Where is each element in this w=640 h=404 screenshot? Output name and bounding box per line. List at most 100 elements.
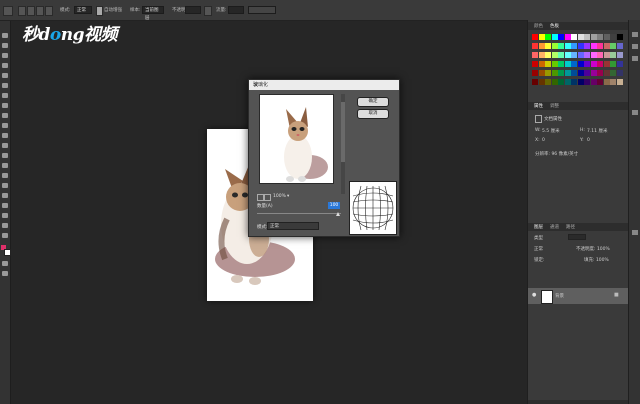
color-swatch[interactable] [603, 70, 610, 76]
color-swatch[interactable] [538, 34, 545, 40]
color-swatch[interactable] [610, 43, 616, 49]
sample-all-select[interactable] [248, 6, 276, 14]
color-swatch[interactable] [616, 43, 623, 49]
tab-adjustments[interactable]: 调整 [550, 103, 559, 109]
color-swatch[interactable] [558, 61, 564, 67]
dialog-mode-select[interactable]: 正常 [267, 222, 319, 230]
color-swatch[interactable] [538, 70, 545, 76]
move-tool-icon[interactable] [2, 33, 8, 38]
screen-mode-icon[interactable] [2, 271, 8, 276]
close-icon[interactable]: × [253, 80, 396, 90]
dodge-tool-icon[interactable] [2, 163, 8, 168]
preview-scroll-thumb[interactable] [341, 102, 345, 162]
color-swatch[interactable] [558, 52, 564, 58]
history-brush-tool-icon[interactable] [2, 123, 8, 128]
panel-icon-2[interactable] [632, 44, 638, 49]
color-swatch[interactable] [597, 52, 603, 58]
tool-preset-button[interactable] [3, 6, 13, 16]
color-swatch[interactable] [610, 61, 616, 67]
mode-select[interactable]: 正常 [74, 6, 92, 14]
color-swatch[interactable] [584, 34, 590, 40]
color-swatch[interactable] [590, 52, 597, 58]
color-swatch[interactable] [590, 70, 597, 76]
subtract-selection-button[interactable] [36, 6, 44, 16]
x-value[interactable]: 0 [542, 138, 545, 143]
panel-icon-1[interactable] [632, 32, 638, 37]
color-swatch[interactable] [545, 70, 551, 76]
color-swatch[interactable] [545, 34, 551, 40]
color-swatch[interactable] [532, 43, 538, 49]
color-swatch[interactable] [616, 70, 623, 76]
dialog-titlebar[interactable]: 玻璃化 × [249, 80, 399, 90]
color-swatch[interactable] [551, 61, 558, 67]
color-swatch[interactable] [551, 34, 558, 40]
stamp-tool-icon[interactable] [2, 113, 8, 118]
amount-slider-thumb[interactable] [336, 212, 340, 216]
color-swatch[interactable] [577, 43, 584, 49]
color-swatch[interactable] [610, 52, 616, 58]
color-swatch[interactable] [558, 79, 564, 85]
more-tools-icon[interactable] [2, 233, 8, 238]
color-swatch[interactable] [551, 52, 558, 58]
color-swatch[interactable] [564, 43, 571, 49]
filter-preview[interactable] [259, 94, 334, 184]
color-swatch[interactable] [545, 79, 551, 85]
eye-icon[interactable]: ● [532, 292, 536, 298]
color-swatch[interactable] [538, 79, 545, 85]
color-swatch[interactable] [564, 52, 571, 58]
color-swatch[interactable] [584, 70, 590, 76]
width-value[interactable]: 5.5 厘米 [542, 128, 560, 134]
blend-mode-select[interactable]: 正常 [534, 246, 543, 252]
color-swatch[interactable] [610, 34, 616, 40]
color-swatch[interactable] [603, 43, 610, 49]
color-swatch[interactable] [616, 34, 623, 40]
color-swatch[interactable] [603, 79, 610, 85]
color-swatch[interactable] [603, 52, 610, 58]
color-swatch[interactable] [577, 70, 584, 76]
cancel-button[interactable]: 取消 [357, 109, 389, 119]
shape-tool-icon[interactable] [2, 203, 8, 208]
blur-tool-icon[interactable] [2, 153, 8, 158]
add-selection-button[interactable] [27, 6, 35, 16]
color-swatch[interactable] [577, 34, 584, 40]
color-swatch[interactable] [590, 34, 597, 40]
color-swatch[interactable] [564, 34, 571, 40]
zoom-tool-icon[interactable] [2, 223, 8, 228]
color-swatch[interactable] [616, 52, 623, 58]
ok-button[interactable]: 确定 [357, 97, 389, 107]
zoom-dropdown-icon[interactable]: ▾ [287, 194, 289, 199]
type-tool-icon[interactable] [2, 183, 8, 188]
color-swatch[interactable] [571, 70, 577, 76]
color-swatch[interactable] [551, 70, 558, 76]
color-swatch[interactable] [545, 61, 551, 67]
color-swatch[interactable] [545, 43, 551, 49]
marquee-tool-icon[interactable] [2, 43, 8, 48]
pen-tool-icon[interactable] [2, 173, 8, 178]
color-swatch[interactable] [590, 61, 597, 67]
color-swatch[interactable] [532, 34, 538, 40]
color-swatch[interactable] [564, 79, 571, 85]
intersect-selection-button[interactable] [45, 6, 53, 16]
crop-tool-icon[interactable] [2, 73, 8, 78]
color-swatch[interactable] [532, 79, 538, 85]
color-swatch[interactable] [571, 61, 577, 67]
opacity-field[interactable] [185, 6, 201, 14]
brush-tool-icon[interactable] [2, 103, 8, 108]
color-swatch[interactable] [558, 34, 564, 40]
layer-filter-icons[interactable] [568, 234, 586, 240]
gradient-tool-icon[interactable] [2, 143, 8, 148]
color-swatch[interactable] [603, 61, 610, 67]
color-swatch[interactable] [597, 61, 603, 67]
color-swatch[interactable] [532, 52, 538, 58]
color-swatch[interactable] [558, 70, 564, 76]
panel-icon-3[interactable] [632, 56, 638, 61]
color-swatch[interactable] [571, 34, 577, 40]
eyedropper-tool-icon[interactable] [2, 83, 8, 88]
layer-fill[interactable]: 填充: 100% [584, 257, 609, 263]
flow-field[interactable] [228, 6, 244, 14]
eraser-tool-icon[interactable] [2, 133, 8, 138]
pressure-opacity-button[interactable] [204, 6, 212, 16]
amount-slider[interactable] [257, 213, 341, 214]
quick-select-tool-icon[interactable] [2, 63, 8, 68]
color-swatch[interactable] [616, 61, 623, 67]
